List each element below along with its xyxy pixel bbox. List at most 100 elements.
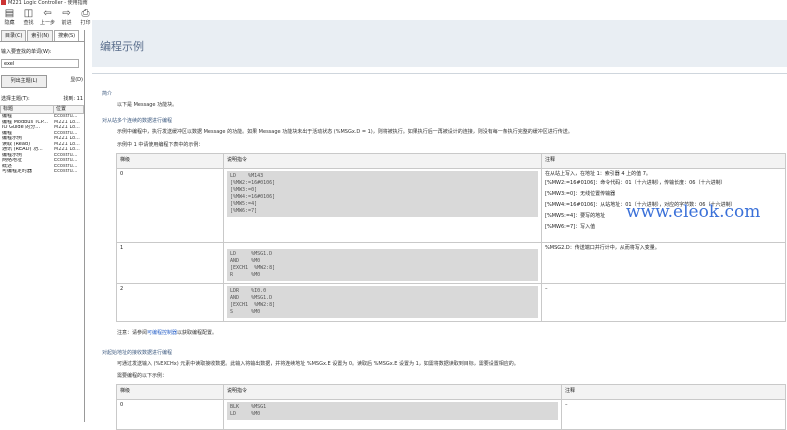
comment-line: [%MW2:=16#0106]：命令代码：01（十六进制），传输长度：06（十六…: [545, 180, 726, 186]
code-line: [%MW6:=7]: [230, 208, 258, 214]
note: 注意：请参阅可编程控制器以获取编程配置。: [117, 329, 217, 336]
code-block: BLK %MSG1 LD %M0: [227, 402, 558, 420]
app-icon: [1, 0, 6, 5]
table-row: 2 LDR %I0.0 AND %MSG1.D [EXCH1 %MW2:8] S %M…: [116, 283, 786, 322]
code-line: BLK %MSG1: [230, 404, 267, 410]
table-row: 1 LD %MSG1.D AND %M0 [EXCH1 %MW2:8] R %M0 %…: [116, 242, 786, 284]
comment-line: 在从站上写入，在地址 1：索引器 4 上的值 7。: [545, 171, 651, 177]
rung-number: 0: [116, 168, 224, 243]
code-line: LD %MSG1.D: [230, 251, 273, 257]
overview-heading: 简介: [102, 91, 113, 97]
col-rung-header: 梯级: [116, 384, 224, 400]
code-line: S %M0: [230, 309, 261, 315]
code-line: [EXCH1 %MW2:8]: [230, 265, 276, 271]
tab-contents[interactable]: 目录(C): [1, 30, 27, 41]
note-text: 请参阅可编程控制器以获取编程配置。: [132, 330, 218, 336]
instruction-cell: LD %M143 [%MW2:=16#0106] [%MW3:=0] [%MW4:=1…: [223, 168, 542, 243]
section1-table-intro: 示例中 1 中请使用编程下表中的示例：: [117, 142, 204, 148]
note-link[interactable]: 可编程控制器: [147, 330, 177, 336]
comment-cell: –: [541, 283, 786, 322]
forward-arrow-icon: ⇨: [62, 8, 71, 19]
comment-line: [%MW3:=0]：无线位置传输器: [545, 191, 616, 197]
instruction-cell: LDR %I0.0 AND %MSG1.D [EXCH1 %MW2:8] S %M0: [223, 283, 542, 322]
col-instruction-header: 说明指令: [223, 384, 562, 400]
table-row: 0 BLK %MSG1 LD %M0 –: [116, 399, 786, 430]
tab-search[interactable]: 搜索(S): [54, 30, 80, 41]
back-button[interactable]: ⇦ 上一步: [39, 6, 56, 28]
search-input[interactable]: exel: [1, 59, 79, 68]
instruction-cell: LD %MSG1.D AND %M0 [EXCH1 %MW2:8] R %M0: [223, 242, 542, 284]
section2-heading: 对起始地址的接收数据进行编程: [102, 350, 173, 356]
divider: [92, 73, 787, 74]
found-count: 找到: 11: [63, 96, 83, 102]
locate-button[interactable]: ◫ 查找: [20, 6, 37, 28]
table-header-row: 梯级 说明指令 注释: [116, 153, 786, 169]
comment-cell: %MSG2.D：传送端口并行计中，从而将写入变量。: [541, 242, 786, 284]
page-header: 编程示例: [92, 20, 787, 67]
code-line: [EXCH1 %MW2:8]: [230, 302, 276, 308]
rung-number: 2: [116, 283, 224, 322]
col-comment-header: 注释: [541, 153, 786, 169]
code-block: LD %MSG1.D AND %M0 [EXCH1 %MW2:8] R %M0: [227, 249, 538, 281]
overview-text: 以下是 Message 功能块。: [117, 102, 178, 108]
tab-index[interactable]: 索引(N): [27, 30, 54, 41]
watermark: www.eleok.com: [626, 202, 761, 222]
code-line: AND %M0: [230, 258, 261, 264]
section2-description: 可通过发送输入 (%EXCHx) 元素中读取接收数据。此输入将输出数据，并将连续…: [117, 361, 519, 367]
col-comment-header: 注释: [561, 384, 786, 400]
col-instruction-header: 说明指令: [223, 153, 542, 169]
table-header-row: 梯级 说明指令 注释: [116, 384, 786, 400]
col-location-header[interactable]: 位置: [54, 106, 66, 113]
search-label: 输入要查找的单词(W):: [1, 49, 52, 55]
print-icon: ⎙: [81, 8, 90, 19]
comment-line: [%MW6:=7]：写入值: [545, 224, 596, 230]
toolbar: ▤ 隐藏 ◫ 查找 ⇦ 上一步 ⇨ 前进 ⎙ 打印: [0, 6, 96, 28]
comment-line: –: [545, 286, 548, 292]
list-topics-button[interactable]: 列出主题(L): [1, 75, 47, 88]
locate-icon: ◫: [23, 8, 34, 19]
section2-table-intro: 需要编程的以下示例：: [117, 373, 168, 379]
comment-line: %MSG2.D：传送端口并行计中，从而将写入变量。: [545, 245, 660, 251]
section1-description: 示例中编程中，执行发送缓冲区以数据 Message 的功能。如果 Message…: [117, 129, 573, 135]
note-prefix: 注意：: [117, 330, 133, 336]
display-button[interactable]: 显(D): [53, 75, 83, 86]
hide-button[interactable]: ▤ 隐藏: [1, 6, 18, 28]
code-line: LD %M0: [230, 411, 261, 417]
code-block: LDR %I0.0 AND %MSG1.D [EXCH1 %MW2:8] S %M0: [227, 286, 538, 318]
locate-label: 查找: [23, 20, 34, 26]
code-block: LD %M143 [%MW2:=16#0106] [%MW3:=0] [%MW4:=1…: [227, 171, 538, 217]
col-title-header[interactable]: 标题: [1, 106, 54, 113]
col-rung-header: 梯级: [116, 153, 224, 169]
comment-line: –: [565, 402, 568, 408]
instruction-cell: BLK %MSG1 LD %M0: [223, 399, 562, 430]
code-line: [%MW5:=4]: [230, 201, 258, 207]
code-line: R %M0: [230, 272, 261, 278]
code-line: [%MW2:=16#0106]: [230, 180, 276, 186]
nav-tabs: 目录(C) 索引(N) 搜索(S): [0, 30, 84, 42]
navigation-pane: 目录(C) 索引(N) 搜索(S) 输入要查找的单词(W): exel 列出主题…: [0, 30, 85, 422]
comment-cell: –: [561, 399, 786, 430]
code-line: AND %MSG1.D: [230, 295, 273, 301]
back-arrow-icon: ⇦: [43, 8, 52, 19]
forward-button[interactable]: ⇨ 前进: [58, 6, 75, 28]
rung-number: 1: [116, 242, 224, 284]
hide-label: 隐藏: [4, 20, 15, 26]
results-list: 编程 Ecostru... 编程 Modbus TCP... M221 Lo... …: [0, 114, 84, 175]
list-item[interactable]: 可编程定时器 Ecostru...: [0, 169, 84, 175]
rung-number: 0: [116, 399, 224, 430]
results-header: 标题 位置: [0, 105, 84, 114]
forward-label: 前进: [61, 20, 72, 26]
page-content: 简介 以下是 Message 功能块。 对从站多个连续的数据进行编程 示例中编程…: [92, 73, 787, 430]
page-title: 编程示例: [100, 40, 144, 53]
print-label: 打印: [80, 20, 91, 26]
code-line: [%MW4:=16#0106]: [230, 194, 276, 200]
code-line: [%MW3:=0]: [230, 187, 258, 193]
back-label: 上一步: [39, 20, 55, 26]
code-line: LDR %I0.0: [230, 288, 267, 294]
example-table-2: 梯级 说明指令 注释 0 BLK %MSG1 LD %M0 –: [116, 384, 786, 430]
select-topic-label: 选择主题(T):: [1, 96, 30, 102]
hide-icon: ▤: [4, 8, 15, 19]
code-line: LD %M143: [230, 173, 264, 179]
example-table-1: 梯级 说明指令 注释 0 LD %M143 [%MW2:=16#0106] [%MW…: [116, 153, 786, 322]
section1-heading: 对从站多个连续的数据进行编程: [102, 118, 173, 124]
